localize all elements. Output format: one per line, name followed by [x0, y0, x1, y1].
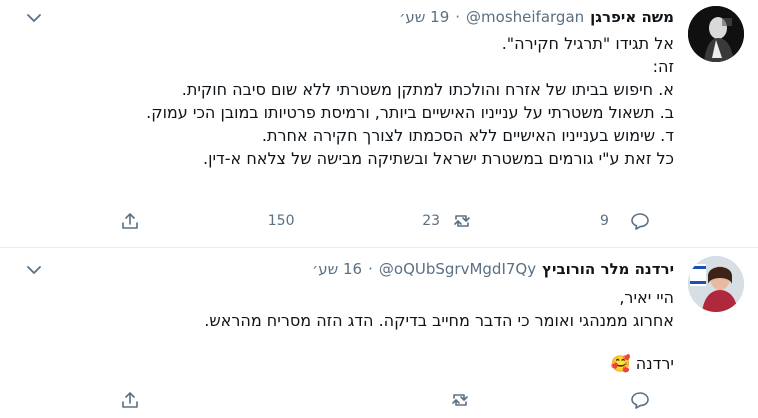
tweet-1[interactable]: משה איפרגן @mosheifargan · 19 שע׳ אל תגי… — [0, 0, 758, 248]
tweet-line: ירדנה — [635, 354, 674, 373]
tweet-line: אל תגידו "תרגיל חקירה". — [501, 34, 674, 53]
share-button[interactable] — [120, 390, 140, 410]
timestamp[interactable]: 19 שע׳ — [399, 8, 449, 26]
tweet-signature-line: ירדנה 🥰 — [64, 352, 674, 375]
like-button[interactable]: 150 — [268, 213, 295, 229]
tweet-line: זה: — [652, 57, 674, 76]
reply-button[interactable]: 9 — [600, 211, 650, 231]
chevron-down-icon[interactable] — [26, 264, 42, 276]
author-handle[interactable]: @mosheifargan — [466, 8, 584, 26]
tweet-line: ד. שימוש בענייניו האישיים ללא הסכמתו לצו… — [261, 126, 674, 145]
tweet-actions — [120, 390, 650, 410]
retweet-button[interactable]: 23 — [422, 211, 472, 231]
tweet-line: ב. תשאול משטרתי על ענייניו האישיים ביותר… — [146, 103, 674, 122]
tweet-line: היי יאיר, — [619, 288, 674, 307]
reply-count: 9 — [599, 213, 609, 229]
retweet-icon — [454, 215, 471, 227]
timestamp[interactable]: 16 שע׳ — [312, 260, 362, 278]
tweet-line — [64, 332, 674, 352]
smiling-face-hearts-emoji: 🥰 — [610, 354, 631, 373]
retweet-icon — [452, 394, 468, 406]
avatar[interactable] — [688, 6, 744, 62]
avatar[interactable] — [688, 256, 744, 312]
tweet-text: היי יאיר, אחרוג ממנהגי ואומר כי הדבר מחי… — [64, 286, 674, 375]
retweet-count: 23 — [422, 213, 441, 229]
author-name[interactable]: משה איפרגן — [590, 8, 674, 26]
share-icon — [122, 213, 138, 229]
reply-icon — [631, 392, 649, 409]
chevron-down-icon[interactable] — [26, 12, 42, 24]
reply-icon — [631, 213, 649, 230]
author-name[interactable]: ירדנה מלר הורוביץ — [542, 260, 674, 278]
like-count: 150 — [267, 213, 295, 229]
separator-dot: · — [368, 260, 373, 278]
author-handle[interactable]: @oQUbSgrvMgdI7Qy — [379, 260, 536, 278]
tweet-header: ירדנה מלר הורוביץ @oQUbSgrvMgdI7Qy · 16 … — [312, 260, 674, 278]
tweet-actions: 150 23 9 — [120, 211, 650, 231]
retweet-button[interactable] — [420, 390, 470, 410]
separator-dot: · — [455, 8, 461, 26]
tweet-header: משה איפרגן @mosheifargan · 19 שע׳ — [399, 8, 674, 26]
tweet-line: א. חיפוש בביתו של אזרח והולכתו למתקן משט… — [181, 80, 674, 99]
tweet-2[interactable]: ירדנה מלר הורוביץ @oQUbSgrvMgdI7Qy · 16 … — [0, 248, 758, 418]
tweet-line: כל זאת ע"י גורמים במשטרת ישראל ובשתיקה מ… — [203, 149, 674, 168]
tweet-text: אל תגידו "תרגיל חקירה". זה: א. חיפוש בבי… — [64, 32, 674, 170]
tweet-line: אחרוג ממנהגי ואומר כי הדבר מחייב בדיקה. … — [204, 311, 674, 330]
share-icon — [122, 392, 138, 408]
share-button[interactable] — [120, 211, 140, 231]
reply-button[interactable] — [600, 390, 650, 410]
